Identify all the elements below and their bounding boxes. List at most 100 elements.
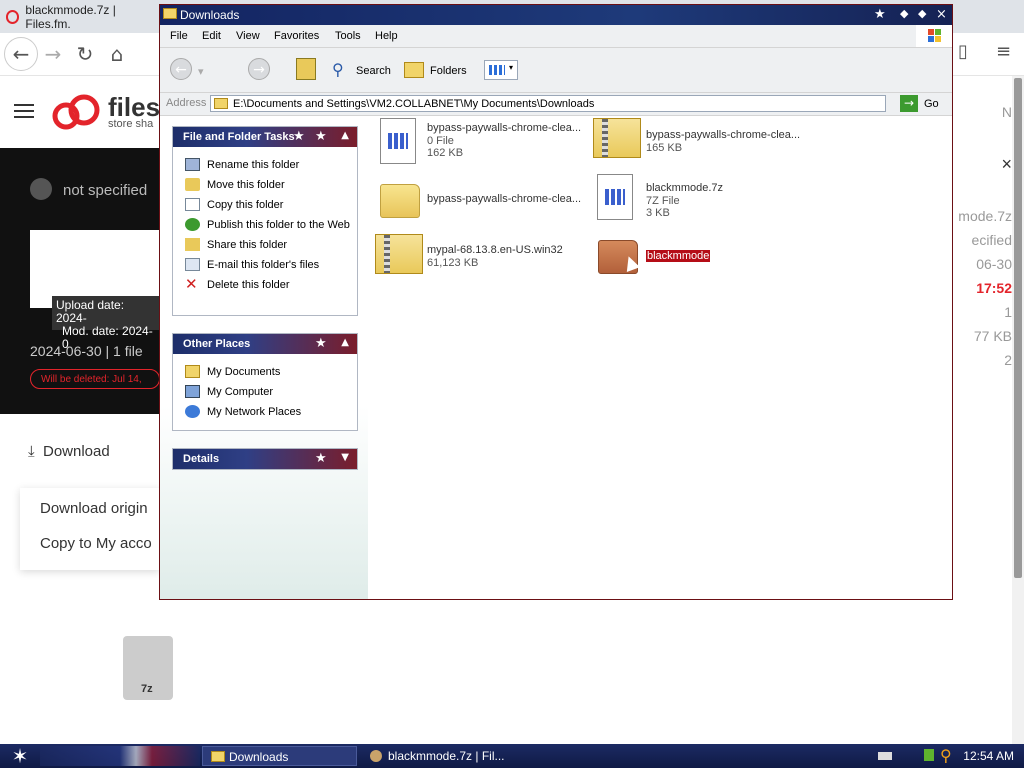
rename-icon <box>185 158 200 171</box>
search-icon: ⚲ <box>332 60 344 79</box>
task-label: Rename this folder <box>207 159 300 171</box>
place-my-network[interactable]: My Network Places <box>173 402 357 422</box>
star-icon: ★ <box>874 7 886 22</box>
keyboard-icon[interactable] <box>878 752 892 760</box>
menu-item-copy-to-account[interactable]: Copy to My acco <box>40 535 152 552</box>
task-label: Publish this folder to the Web <box>207 219 350 231</box>
menu-edit[interactable]: Edit <box>202 30 221 42</box>
menu-file[interactable]: File <box>170 30 188 42</box>
file-name: blackmmode <box>646 250 711 262</box>
hamburger-menu-icon[interactable] <box>14 100 34 122</box>
forward-arrow-icon[interactable]: → <box>248 58 270 80</box>
file-item-selected[interactable]: blackmmode <box>598 240 798 290</box>
browser-tab-title: blackmmode.7z | Files.fm. <box>25 3 116 31</box>
network-icon[interactable] <box>924 749 934 761</box>
right-item-time: 17:52 <box>976 280 1012 296</box>
file-item[interactable]: blackmmode.7z 7Z File 3 KB <box>597 174 797 224</box>
other-places-header[interactable]: Other Places ★ ▲ <box>173 334 357 354</box>
minimize-button[interactable]: ◆ <box>900 7 908 20</box>
document-icon <box>380 118 416 164</box>
collapse-icon[interactable]: ▲ <box>341 130 349 141</box>
avatar <box>30 178 52 200</box>
task-copy-folder[interactable]: Copy this folder <box>173 195 357 215</box>
menu-bar: File Edit View Favorites Tools Help <box>160 25 952 48</box>
back-button[interactable]: ← <box>4 37 38 71</box>
star-icon: ★ <box>315 451 327 466</box>
title-bar[interactable]: Downloads ★ ◆ ◆ × <box>160 5 952 25</box>
taskbar-item-browser[interactable]: blackmmode.7z | Fil... <box>362 746 542 766</box>
filesfm-logo-icon[interactable] <box>52 92 104 132</box>
taskbar-flag-decoration <box>40 746 200 766</box>
download-label: Download <box>42 443 110 460</box>
delete-icon: ✕ <box>185 275 198 293</box>
details-panel: Details ★ ▼ <box>172 448 358 470</box>
file-name: bypass-paywalls-chrome-clea... <box>427 193 582 205</box>
task-label: Delete this folder <box>207 279 290 291</box>
right-item-uploader: ecified <box>971 232 1012 248</box>
close-icon[interactable]: × <box>1001 154 1012 175</box>
sidebar-toggle-icon[interactable]: ▯ <box>958 41 968 62</box>
download-button[interactable]: ⤓ Download <box>28 442 110 460</box>
task-publish-folder[interactable]: Publish this folder to the Web <box>173 215 357 235</box>
maximize-button[interactable]: ◆ <box>918 7 926 20</box>
site-logo-subtext: store sha <box>108 118 154 130</box>
right-item-size: 77 KB <box>973 328 1012 344</box>
menu-item-download-original[interactable]: Download origin <box>40 500 148 517</box>
home-button[interactable]: ⌂ <box>102 39 132 69</box>
search-button[interactable]: ⚲ Search <box>332 58 394 82</box>
file-name: mypal-68.13.8.en-US.win32 <box>427 244 563 256</box>
file-folder-tasks-header[interactable]: File and Folder Tasks ★ ★ ▲ <box>173 127 357 147</box>
star-icon: ★ <box>315 129 327 144</box>
right-item-count: 1 <box>1004 304 1012 320</box>
reload-button[interactable]: ↻ <box>70 39 100 69</box>
task-email-files[interactable]: E-mail this folder's files <box>173 255 357 275</box>
other-places-title: Other Places <box>183 338 251 350</box>
file-folder-tasks-panel: File and Folder Tasks ★ ★ ▲ Rename this … <box>172 126 358 316</box>
place-my-computer[interactable]: My Computer <box>173 382 357 402</box>
menu-view[interactable]: View <box>236 30 260 42</box>
menu-favorites[interactable]: Favorites <box>274 30 319 42</box>
forward-button[interactable]: → <box>38 39 68 69</box>
folders-button[interactable]: Folders <box>404 58 474 82</box>
details-header[interactable]: Details ★ ▼ <box>173 449 357 469</box>
place-my-documents[interactable]: My Documents <box>173 362 357 382</box>
task-delete-folder[interactable]: ✕ Delete this folder <box>173 275 357 295</box>
address-input[interactable]: E:\Documents and Settings\VM2.COLLABNET\… <box>210 95 886 112</box>
search-icon[interactable]: ⚲ <box>940 746 952 765</box>
menu-tools[interactable]: Tools <box>335 30 361 42</box>
download-icon: ⤓ <box>28 442 35 460</box>
expand-icon[interactable]: ▼ <box>341 452 349 463</box>
browser-menu-icon[interactable]: ≡ <box>996 41 1011 62</box>
views-button[interactable]: ▾ <box>484 60 518 80</box>
zip-folder-icon <box>593 118 641 158</box>
collapse-icon[interactable]: ▲ <box>341 337 349 348</box>
up-folder-icon[interactable] <box>296 58 316 80</box>
place-label: My Computer <box>207 386 274 398</box>
start-star-icon[interactable]: ✶ <box>0 744 40 768</box>
uploader-name: not specified <box>63 182 148 199</box>
file-item[interactable]: bypass-paywalls-chrome-clea... <box>380 184 590 234</box>
back-arrow-icon[interactable]: ← <box>170 58 192 80</box>
address-bar: Address E:\Documents and Settings\VM2.CO… <box>160 93 952 116</box>
computer-icon <box>185 385 200 398</box>
go-button[interactable]: → Go <box>900 95 940 112</box>
task-rename-folder[interactable]: Rename this folder <box>173 155 357 175</box>
windows-logo-icon <box>916 25 952 47</box>
close-button[interactable]: × <box>936 7 947 22</box>
task-label: E-mail this folder's files <box>207 259 320 271</box>
file-size: 61,123 KB <box>427 256 479 269</box>
file-item[interactable]: bypass-paywalls-chrome-clea... 165 KB <box>593 118 813 168</box>
taskbar-item-downloads[interactable]: Downloads <box>202 746 357 766</box>
address-value: E:\Documents and Settings\VM2.COLLABNET\… <box>233 98 595 110</box>
browser-scrollbar[interactable] <box>1012 76 1024 744</box>
browser-tab[interactable]: blackmmode.7z | Files.fm. <box>6 3 156 31</box>
file-item[interactable]: bypass-paywalls-chrome-clea... 0 File 16… <box>380 118 590 168</box>
filesfm-favicon-icon <box>6 10 20 24</box>
taskbar-label: Downloads <box>229 750 289 764</box>
folder-icon <box>163 8 177 19</box>
task-move-folder[interactable]: Move this folder <box>173 175 357 195</box>
task-share-folder[interactable]: Share this folder <box>173 235 357 255</box>
toolbar: ← ▾ → ⚲ Search Folders ▾ <box>160 48 952 93</box>
menu-help[interactable]: Help <box>375 30 398 42</box>
file-item[interactable]: mypal-68.13.8.en-US.win32 61,123 KB <box>375 234 585 284</box>
